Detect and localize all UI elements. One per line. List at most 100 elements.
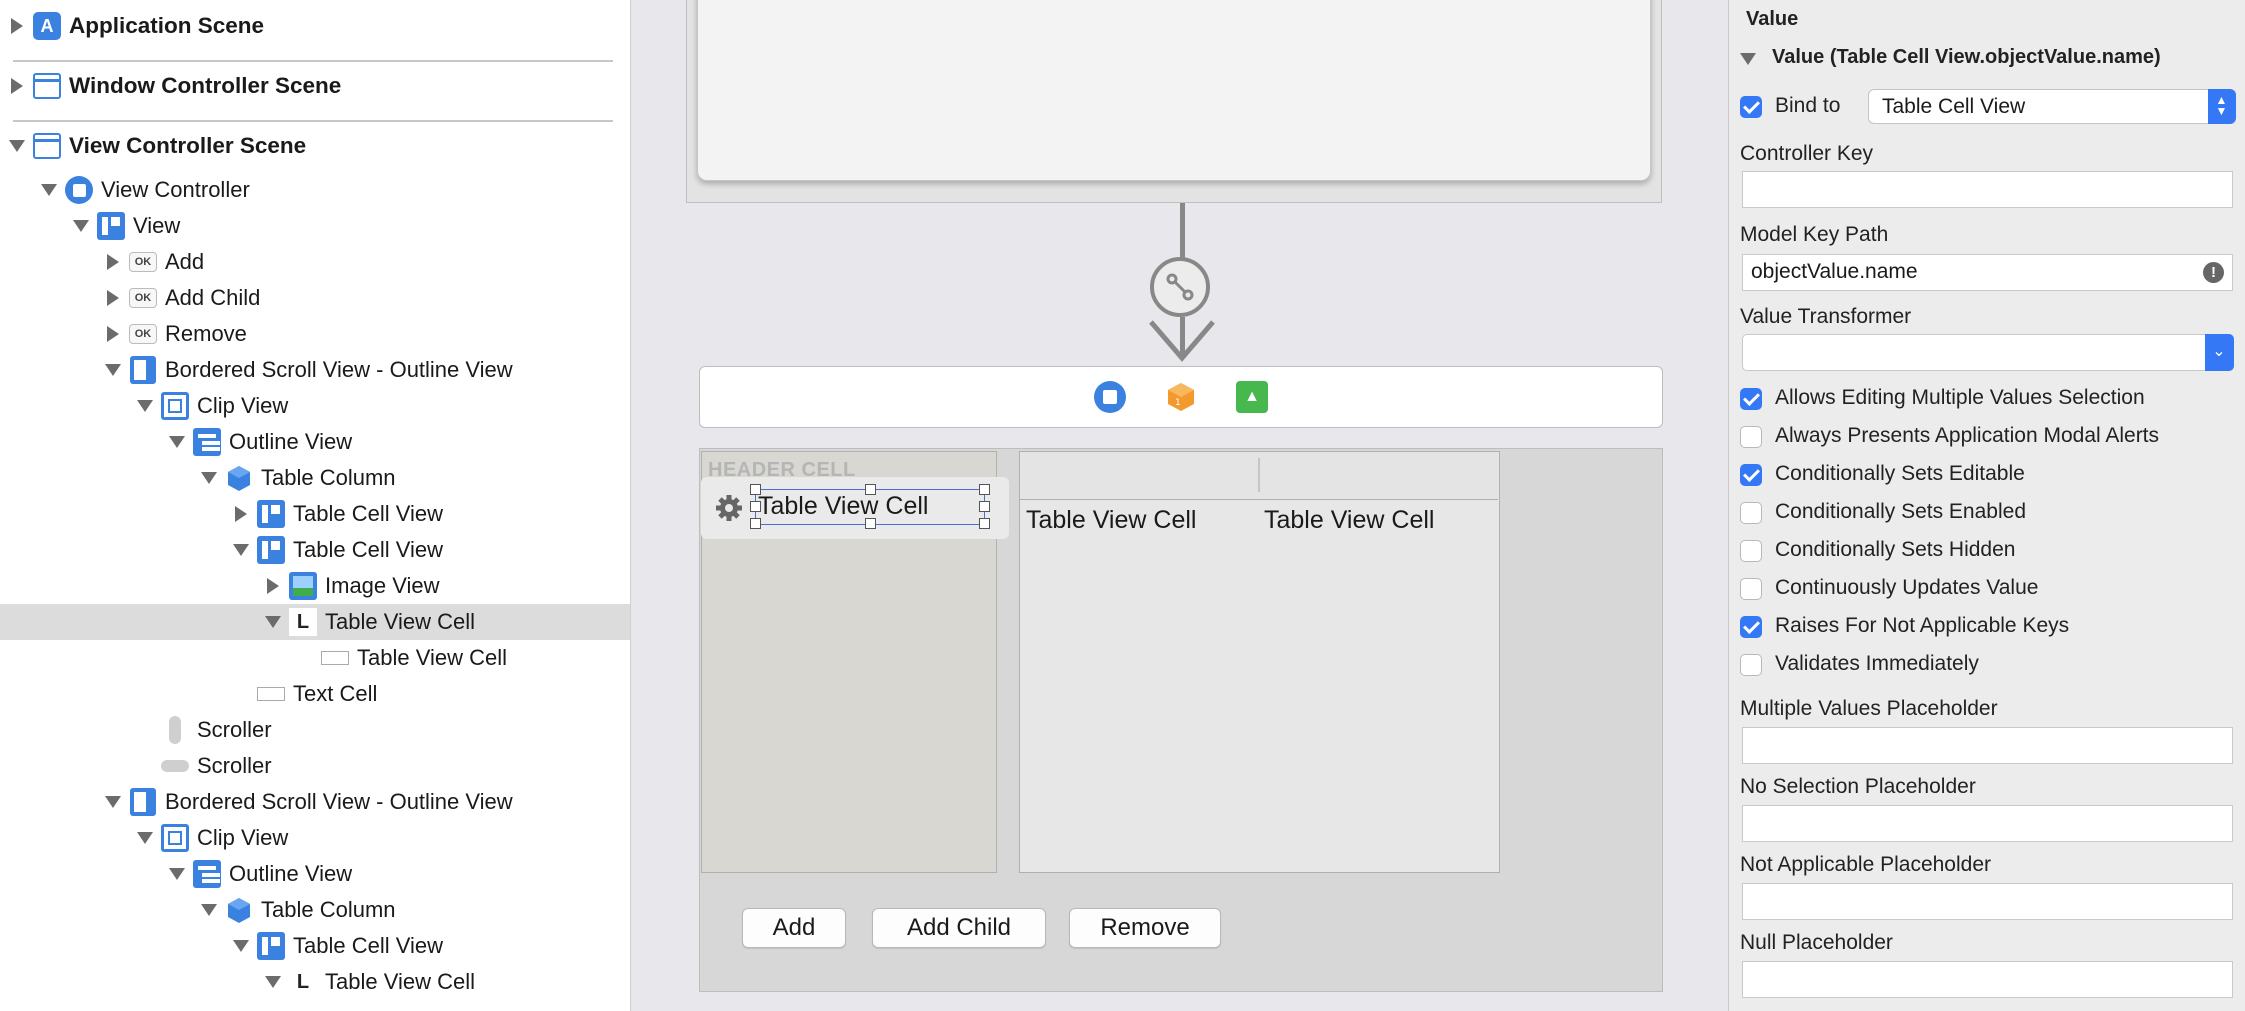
disclosure-triangle[interactable] [9,138,25,154]
disclosure-triangle[interactable] [233,542,249,558]
outline-row-table-column[interactable]: Table Column [0,892,630,928]
no-selection-placeholder-field[interactable] [1742,805,2233,842]
outline-row-outline-view[interactable]: Outline View [0,856,630,892]
disclosure-triangle[interactable] [105,254,121,270]
outline-row-remove-button[interactable]: OK Remove [0,316,630,352]
option-checkbox[interactable] [1740,502,1762,524]
disclosure-triangle[interactable] [105,362,121,378]
outline-row-table-column[interactable]: Table Column [0,460,630,496]
outline-row-image-view[interactable]: Image View [0,568,630,604]
warning-icon[interactable]: ! [2203,262,2224,283]
option-checkbox[interactable] [1740,616,1762,638]
resize-handle[interactable] [865,484,876,495]
window-content-area[interactable] [697,0,1651,181]
interface-builder-canvas[interactable]: 1 ▲ HEADER CELL Table View Cell Table Vi… [632,0,1728,1011]
outline-row-table-cell-view[interactable]: Table Cell View [0,928,630,964]
controller-key-field[interactable] [1742,171,2233,208]
option-checkbox[interactable] [1740,540,1762,562]
table-view-cell[interactable]: Table View Cell [1026,506,1196,535]
resize-handle[interactable] [750,484,761,495]
outline-row-view[interactable]: View [0,208,630,244]
resize-handle[interactable] [979,518,990,529]
outline-row-scroller-horizontal[interactable]: Scroller [0,748,630,784]
disclosure-triangle[interactable] [137,830,153,846]
disclosure-triangle[interactable] [73,218,89,234]
outline-row-label: Scroller [197,753,272,778]
option-checkbox[interactable] [1740,426,1762,448]
option-checkbox[interactable] [1740,388,1762,410]
bind-to-value: Table Cell View [1882,95,2026,118]
resize-handle[interactable] [865,518,876,529]
disclosure-triangle[interactable] [265,614,281,630]
not-applicable-placeholder-field[interactable] [1742,883,2233,920]
disclosure-triangle[interactable] [41,182,57,198]
model-key-path-field[interactable]: objectValue.name ! [1742,254,2233,291]
bind-to-checkbox[interactable] [1740,96,1762,118]
multiple-values-placeholder-field[interactable] [1742,727,2233,764]
outline-row-table-view-cell-selected[interactable]: L Table View Cell [0,604,630,640]
popup-stepper-icon[interactable]: ▲ ▼ [2207,88,2236,124]
resize-handle[interactable] [979,484,990,495]
disclosure-triangle[interactable] [201,470,217,486]
outline-row-view-controller[interactable]: View Controller [0,172,630,208]
option-checkbox[interactable] [1740,578,1762,600]
value-transformer-combo[interactable]: ⌄ [1742,333,2234,371]
outline-row-clip-view[interactable]: Clip View [0,820,630,856]
segue-relationship-icon[interactable] [1150,257,1210,317]
outline-row-table-view-cell[interactable]: Table View Cell [0,640,630,676]
disclosure-triangle[interactable] [9,78,25,94]
view-icon [257,932,285,960]
disclosure-triangle[interactable] [233,938,249,954]
disclosure-triangle[interactable] [265,974,281,990]
add-child-button[interactable]: Add Child [872,908,1046,948]
outline-view-2[interactable]: Table View Cell Table View Cell [1019,451,1500,873]
outline-row-add-button[interactable]: OK Add [0,244,630,280]
disclosure-triangle[interactable] [169,434,185,450]
outline-row-view-controller-scene[interactable]: View Controller Scene [0,128,630,164]
disclosure-triangle[interactable] [105,794,121,810]
document-outline[interactable]: A Application Scene Window Controller Sc… [0,0,631,1011]
outline-row-add-child-button[interactable]: OK Add Child [0,280,630,316]
gear-icon [716,495,742,521]
disclosure-triangle[interactable] [265,578,281,594]
disclosure-triangle[interactable] [137,398,153,414]
disclosure-triangle[interactable] [105,326,121,342]
window-controller-frame[interactable] [686,0,1662,203]
outline-row-table-cell-view[interactable]: Table Cell View [0,532,630,568]
outline-row-clip-view[interactable]: Clip View [0,388,630,424]
outline-row-application-scene[interactable]: A Application Scene [0,8,630,44]
bind-to-popup[interactable]: Table Cell View ▲ ▼ [1868,88,2236,124]
selected-table-view-cell[interactable]: Table View Cell [750,484,990,529]
resize-handle[interactable] [750,501,761,512]
remove-button[interactable]: Remove [1069,908,1221,948]
disclosure-triangle[interactable] [1740,51,1756,67]
outline-row-table-cell-view[interactable]: Table Cell View [0,496,630,532]
outline-row-table-view-cell[interactable]: L Table View Cell [0,964,630,1000]
resize-handle[interactable] [979,501,990,512]
disclosure-triangle[interactable] [233,506,249,522]
outline-row-bordered-scroll-view[interactable]: Bordered Scroll View - Outline View [0,352,630,388]
add-button[interactable]: Add [742,908,846,948]
column-divider[interactable] [1258,458,1260,492]
outline-row-scroller-vertical[interactable]: Scroller [0,712,630,748]
disclosure-triangle[interactable] [169,866,185,882]
table-view-cell[interactable]: Table View Cell [1264,506,1434,535]
null-placeholder-field[interactable] [1742,961,2233,998]
view-controller-view[interactable]: HEADER CELL Table View Cell Table View C… [699,448,1663,992]
disclosure-triangle[interactable] [9,18,25,34]
outline-row-label: Outline View [229,861,353,886]
option-checkbox[interactable] [1740,464,1762,486]
view-controller-icon[interactable] [1094,381,1126,413]
first-responder-icon[interactable]: 1 [1166,382,1196,412]
outline-row-outline-view[interactable]: Outline View [0,424,630,460]
outline-row-bordered-scroll-view[interactable]: Bordered Scroll View - Outline View [0,784,630,820]
bindings-inspector[interactable]: Value Value (Table Cell View.objectValue… [1728,0,2245,1011]
option-checkbox[interactable] [1740,654,1762,676]
disclosure-triangle[interactable] [201,902,217,918]
resize-handle[interactable] [750,518,761,529]
outline-row-text-cell[interactable]: Text Cell [0,676,630,712]
outline-row-window-controller-scene[interactable]: Window Controller Scene [0,68,630,104]
exit-icon[interactable]: ▲ [1236,381,1268,413]
disclosure-triangle[interactable] [105,290,121,306]
chevron-down-icon[interactable]: ⌄ [2204,333,2234,371]
